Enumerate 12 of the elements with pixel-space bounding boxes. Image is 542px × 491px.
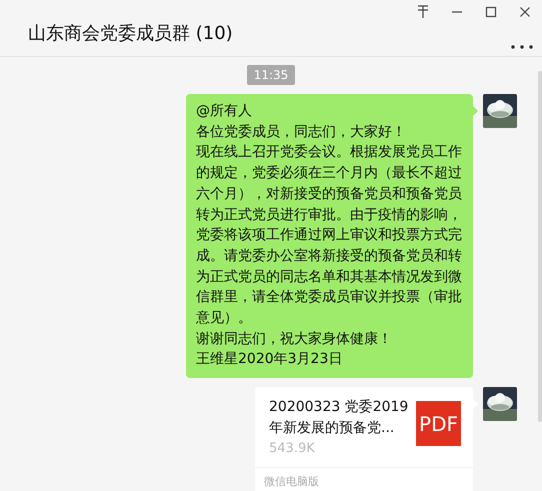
window-title: 山东商会党委成员群 (10) bbox=[28, 23, 233, 45]
file-size: 543.9K bbox=[269, 440, 316, 458]
file-type-icon: PDF bbox=[416, 401, 461, 446]
message-text: 各位党委成员，同志们，大家好！ bbox=[196, 122, 407, 142]
file-name: 20200323 党委2019 bbox=[269, 398, 408, 418]
file-name: 年新发展的预备党... bbox=[269, 419, 396, 438]
timestamp: 11:35 bbox=[246, 65, 296, 85]
message-text: 现在线上召开党委会议。根据发展党员工作的规定，党委必须在三个月内（最长不超过六个月），对新接受的预备党员和预备党员转为正式党员进行审批。由于疫情的影响，党委将该项工作通过网上审议和投票方式完成。请党委办公室将新接受的预备党员和转为正式党员的同志名单和其基本情况发到微信群里，请全体党委成员审议并投票（审批意见）。 bbox=[196, 143, 463, 328]
message-text: 谢谢同志们，祝大家身体健康！ bbox=[196, 330, 393, 349]
message-text: 王维星2020年3月23日 bbox=[196, 350, 344, 370]
message-text: @所有人 bbox=[196, 102, 253, 121]
source-label: 微信电脑版 bbox=[255, 466, 473, 491]
